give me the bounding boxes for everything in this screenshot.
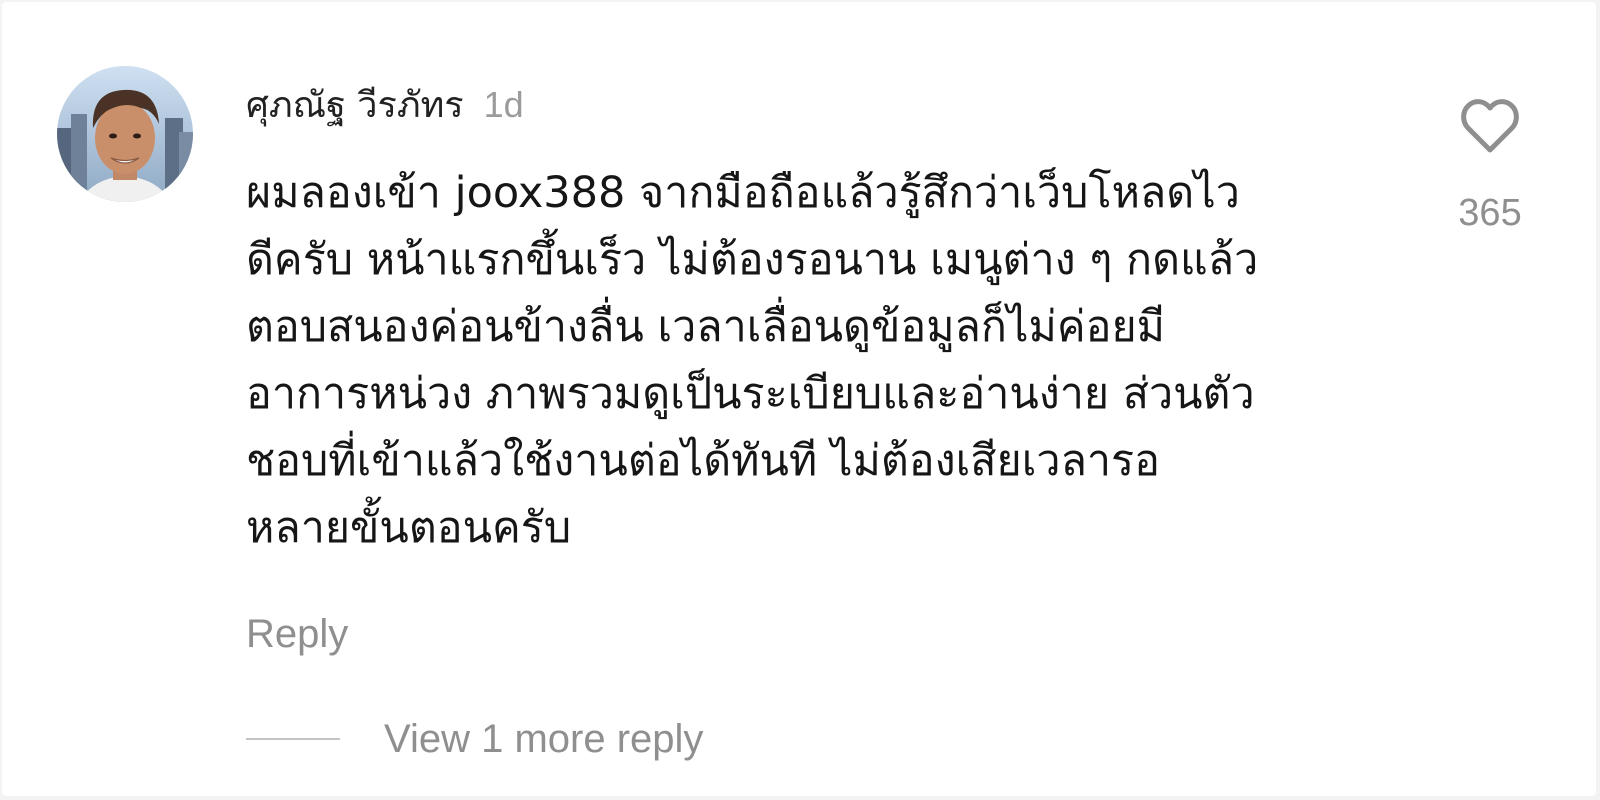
- avatar[interactable]: [57, 66, 193, 202]
- comment-timestamp: 1d: [483, 84, 524, 125]
- avatar-photo: [57, 66, 193, 202]
- author-name[interactable]: ศุภณัฐ วีรภัทร: [246, 76, 464, 133]
- comment-card: ศุภณัฐ วีรภัทร 1d ผมลองเข้า joox388 จากม…: [2, 2, 1596, 796]
- view-more-replies-button[interactable]: View 1 more reply: [246, 714, 703, 764]
- view-replies-label: View 1 more reply: [384, 716, 704, 761]
- heart-outline-icon[interactable]: [1460, 98, 1520, 154]
- like-count: 365: [1458, 192, 1522, 234]
- replies-divider: [246, 738, 340, 740]
- comment-text: ผมลองเข้า joox388 จากมือถือแล้วรู้สึกว่า…: [246, 168, 1259, 553]
- reply-button[interactable]: Reply: [246, 612, 348, 657]
- comment-header: ศุภณัฐ วีรภัทร 1d: [246, 76, 524, 126]
- like-section: 365: [1442, 98, 1538, 235]
